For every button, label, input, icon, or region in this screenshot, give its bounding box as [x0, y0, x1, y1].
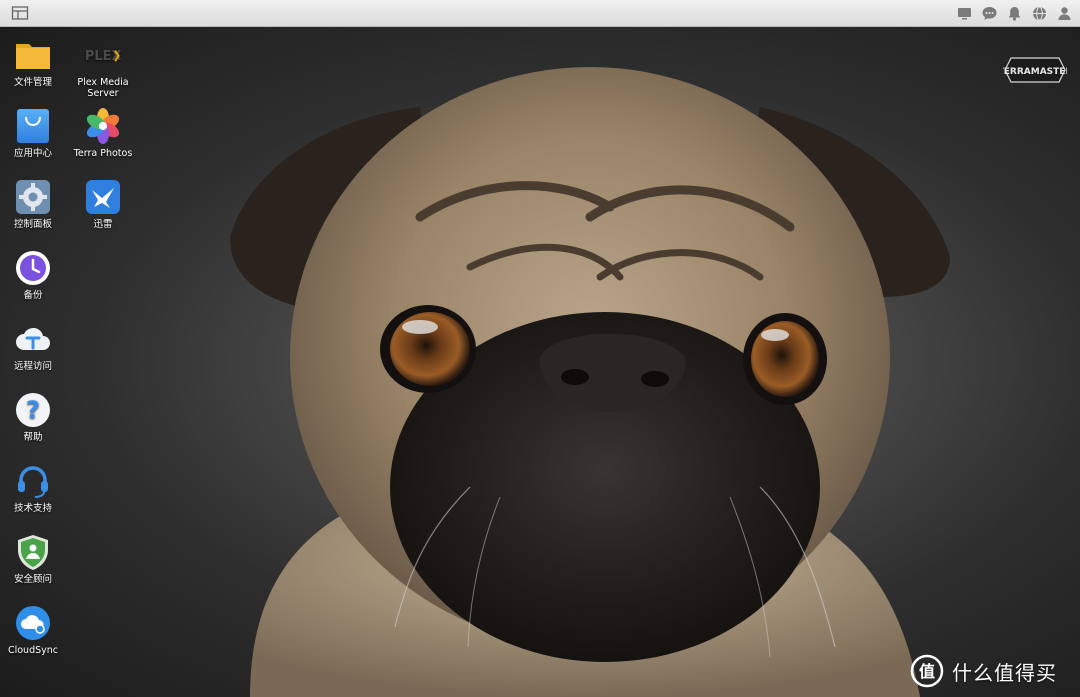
folder-icon: [14, 36, 52, 74]
cloud-t-icon: [14, 320, 52, 358]
photos-flower-icon: [84, 107, 122, 145]
monitor-icon[interactable]: [955, 4, 974, 23]
svg-text:?: ?: [26, 396, 40, 424]
globe-icon[interactable]: [1030, 4, 1049, 23]
window-icon[interactable]: [11, 5, 29, 21]
svg-text:值: 值: [919, 662, 935, 681]
desktop-icon-plex-media-server[interactable]: PLEX Plex Media Server: [70, 36, 136, 99]
taskbar: [0, 0, 1080, 27]
headset-icon: [14, 462, 52, 500]
terramaster-logo: TERRAMASTER: [998, 55, 1072, 85]
desktop-icon-file-manager[interactable]: 文件管理: [0, 36, 66, 88]
desktop-icon-cloudsync[interactable]: CloudSync: [0, 604, 66, 656]
system-tray: [955, 4, 1074, 23]
desktop-icon-tech-support[interactable]: 技术支持: [0, 462, 66, 514]
wallpaper-pug-image: [230, 67, 950, 697]
shopping-bag-icon: [14, 107, 52, 145]
clock-icon: [14, 249, 52, 287]
desktop-icon-terra-photos[interactable]: Terra Photos: [70, 107, 136, 159]
desktop-icon-xunlei[interactable]: 迅雷: [70, 178, 136, 230]
watermark-logo-icon: 值: [910, 654, 944, 688]
desktop-icon-help[interactable]: ? 帮助: [0, 391, 66, 443]
question-icon: ?: [14, 391, 52, 429]
watermark-text: 什么值得买: [952, 660, 1057, 685]
gear-icon: [14, 178, 52, 216]
svg-text:TERRAMASTER: TERRAMASTER: [1003, 67, 1067, 77]
chat-icon[interactable]: [980, 4, 999, 23]
bell-icon[interactable]: [1005, 4, 1024, 23]
plex-icon: PLEX: [84, 36, 122, 74]
desktop-icon-security-advisor[interactable]: 安全顾问: [0, 533, 66, 585]
user-icon[interactable]: [1055, 4, 1074, 23]
bird-icon: [84, 178, 122, 216]
desktop-icon-control-panel[interactable]: 控制面板: [0, 178, 66, 230]
shield-icon: [14, 533, 52, 571]
desktop-icon-app-center[interactable]: 应用中心: [0, 107, 66, 159]
watermark: 值 什么值得买: [910, 652, 1080, 690]
desktop-icon-backup[interactable]: 备份: [0, 249, 66, 301]
desktop-icon-remote-access[interactable]: 远程访问: [0, 320, 66, 372]
desktop: 文件管理 应用中心 控制面板 备份 远程访问 ? 帮助 技术支持 安全顾问 Cl…: [0, 27, 1080, 697]
cloud-sync-icon: [14, 604, 52, 642]
